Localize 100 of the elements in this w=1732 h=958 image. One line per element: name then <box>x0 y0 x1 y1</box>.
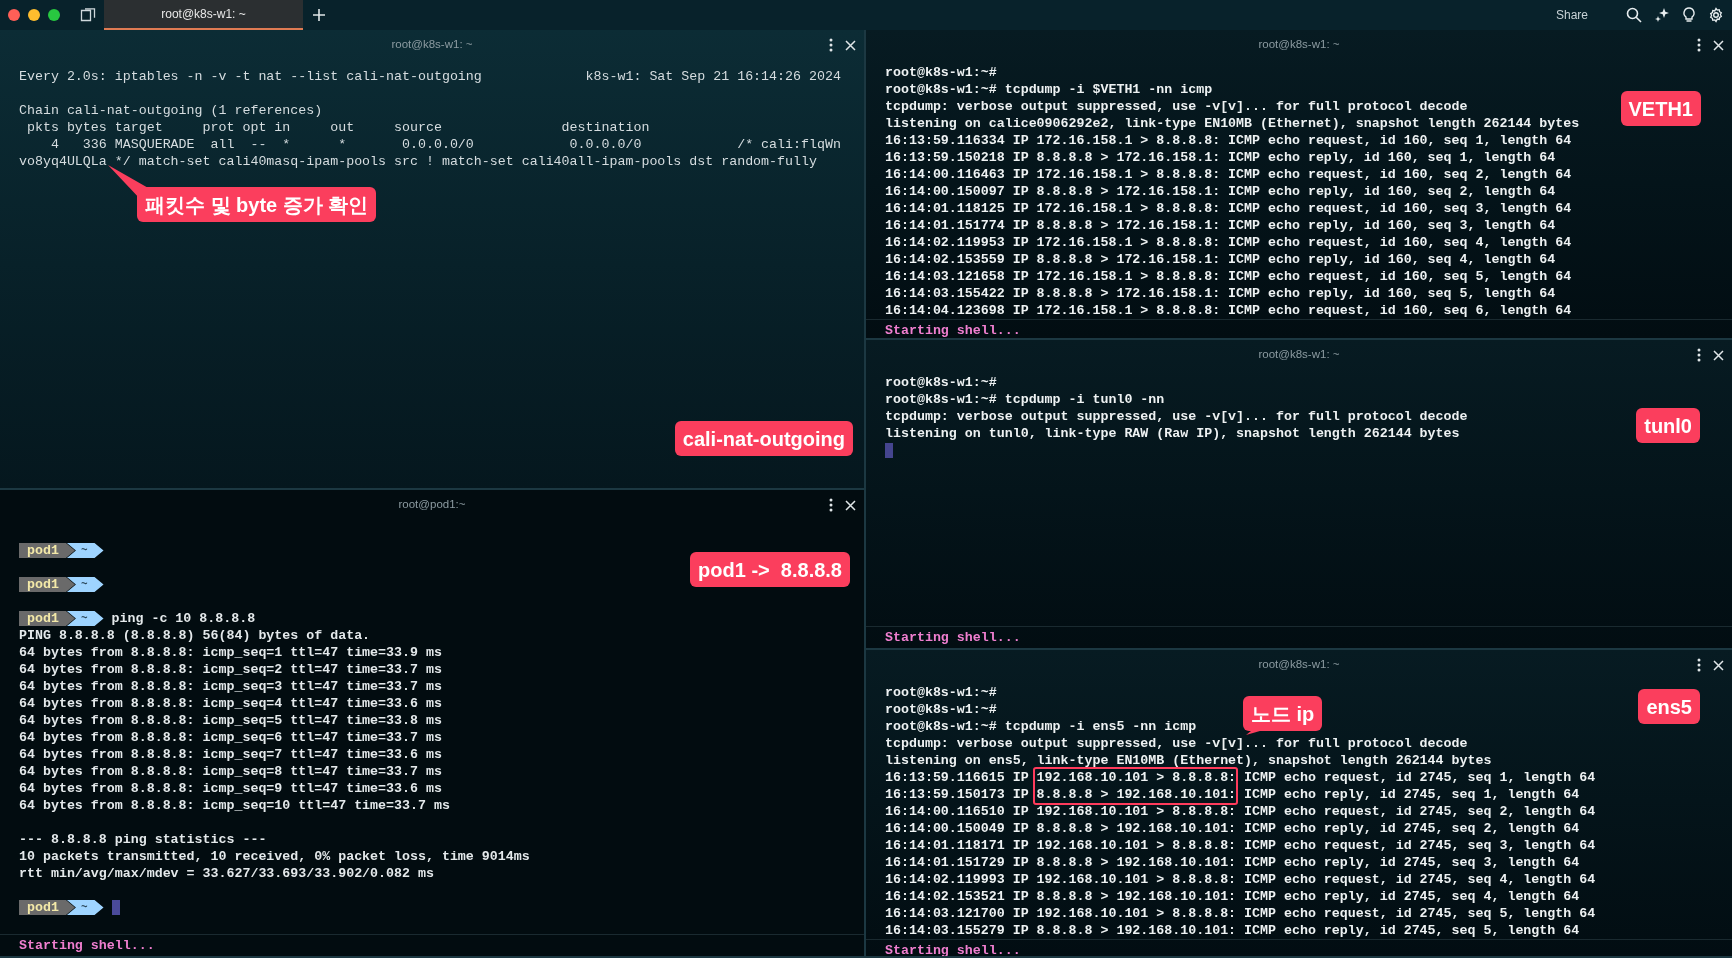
terminal-line: 16:14:03.121700 IP 192.168.10.101 > 8.8.8.8: ICMP echo request, id 2745, seq 5, length 64 <box>885 905 1596 922</box>
terminal-line: 64 bytes from 8.8.8.8: icmp_seq=7 ttl=47 time=33.6 ms <box>19 746 442 763</box>
terminal-line: listening on calice0906292e2, link-type EN10MB (Ethernet), snapshot length 262144 bytes <box>885 115 1580 132</box>
terminal-line: 64 bytes from 8.8.8.8: icmp_seq=4 ttl=47 time=33.6 ms <box>19 695 442 712</box>
terminal-line: 64 bytes from 8.8.8.8: icmp_seq=9 ttl=47 time=33.6 ms <box>19 780 442 797</box>
close-icon[interactable] <box>845 499 856 511</box>
sidebar-icon[interactable] <box>80 8 96 22</box>
plus-icon[interactable] <box>313 9 325 21</box>
pane-title: root@k8s-w1: ~ <box>1258 657 1340 673</box>
annotation-label: cali-nat-outgoing <box>674 421 853 456</box>
terminal-line: 10 packets transmitted, 10 received, 0% packet loss, time 9014ms <box>19 848 530 865</box>
terminal-line: Every 2.0s: iptables -n -v -t nat --list cali-nat-outgoing k8s-w1: Sat Sep 21 16:14:26 2024 <box>19 68 841 85</box>
pane-title: root@k8s-w1: ~ <box>1258 37 1340 53</box>
more-icon[interactable] <box>1697 348 1701 362</box>
zoom-button[interactable] <box>48 9 60 21</box>
terminal-line: 16:14:01.151729 IP 8.8.8.8 > 192.168.10.101: ICMP echo reply, id 2745, seq 3, length 64 <box>885 854 1580 871</box>
more-icon[interactable] <box>829 38 833 52</box>
terminal-line: 64 bytes from 8.8.8.8: icmp_seq=5 ttl=47 time=33.8 ms <box>19 712 442 729</box>
terminal-line: root@k8s-w1:~# tcpdump -i ens5 -nn icmp <box>885 718 1197 735</box>
terminal-line: root@k8s-w1:~# tcpdump -i $VETH1 -nn icmp <box>885 81 1213 98</box>
terminal-line: root@k8s-w1:~# <box>885 684 997 701</box>
pane-title: root@k8s-w1: ~ <box>391 37 473 53</box>
terminal-line: 64 bytes from 8.8.8.8: icmp_seq=2 ttl=47 time=33.7 ms <box>19 661 442 678</box>
close-button[interactable] <box>8 9 20 21</box>
terminal-line: listening on ens5, link-type EN10MB (Ethernet), snapshot length 262144 bytes <box>885 752 1492 769</box>
terminal-line: 16:14:00.116463 IP 172.16.158.1 > 8.8.8.8: ICMP echo request, id 160, seq 2, length 64 <box>885 166 1572 183</box>
terminal-line: 16:14:02.153559 IP 8.8.8.8 > 172.16.158.1: ICMP echo reply, id 160, seq 4, length 64 <box>885 251 1556 268</box>
terminal-line: tcpdump: verbose output suppressed, use -v[v]... for full protocol decode <box>885 98 1468 115</box>
terminal-line: 16:14:01.151774 IP 8.8.8.8 > 172.16.158.1: ICMP echo reply, id 160, seq 3, length 64 <box>885 217 1556 234</box>
status-text: Starting shell... <box>885 941 1021 956</box>
terminal-line: 64 bytes from 8.8.8.8: icmp_seq=10 ttl=47 time=33.7 ms <box>19 797 450 814</box>
annotation-label: tunl0 <box>1636 408 1700 443</box>
prompt-directory: ~ <box>66 577 104 592</box>
terminal-line: PING 8.8.8.8 (8.8.8.8) 56(84) bytes of data. <box>19 627 371 644</box>
annotation-label: VETH1 <box>1620 91 1701 126</box>
terminal-line: 16:14:03.155279 IP 8.8.8.8 > 192.168.10.101: ICMP echo reply, id 2745, seq 5, length 64 <box>885 922 1580 939</box>
terminal-line: 16:14:01.118171 IP 192.168.10.101 > 8.8.8.8: ICMP echo request, id 2745, seq 3, length 64 <box>885 837 1596 854</box>
terminal-line: 16:14:03.121658 IP 172.16.158.1 > 8.8.8.8: ICMP echo request, id 160, seq 5, length 64 <box>885 268 1572 285</box>
status-text: Starting shell... <box>885 321 1021 338</box>
terminal-line: Chain cali-nat-outgoing (1 references) <box>19 102 323 119</box>
terminal-line: --- 8.8.8.8 ping statistics --- <box>19 831 267 848</box>
terminal-line: 16:14:02.153521 IP 8.8.8.8 > 192.168.10.101: ICMP echo reply, id 2745, seq 4, length 64 <box>885 888 1580 905</box>
terminal-line: root@k8s-w1:~# <box>885 701 997 718</box>
terminal-line: tcpdump: verbose output suppressed, use -v[v]... for full protocol decode <box>885 408 1468 425</box>
close-icon[interactable] <box>1713 349 1724 361</box>
terminal-line: 64 bytes from 8.8.8.8: icmp_seq=6 ttl=47 time=33.7 ms <box>19 729 442 746</box>
command-text: ping -c 10 8.8.8.8 <box>111 610 256 627</box>
terminal-line: 16:14:02.119993 IP 192.168.10.101 > 8.8.8.8: ICMP echo request, id 2745, seq 4, length 64 <box>885 871 1596 888</box>
share-button[interactable]: Share <box>1555 6 1588 24</box>
close-icon[interactable] <box>845 39 856 51</box>
terminal-line: pkts bytes target prot opt in out source destination <box>25 119 650 136</box>
minimize-button[interactable] <box>28 9 40 21</box>
terminal-line: rtt min/avg/max/mdev = 33.627/33.693/33.902/0.082 ms <box>19 865 434 882</box>
prompt-directory: ~ <box>66 611 104 626</box>
annotation-label: pod1 -> 8.8.8.8 <box>690 552 850 587</box>
terminal-line: root@k8s-w1:~# tcpdump -i tunl0 -nn <box>885 391 1165 408</box>
terminal-line: 16:13:59.116615 IP 192.168.10.101 > 8.8.8.8: ICMP echo request, id 2745, seq 1, length 64 <box>885 769 1596 786</box>
more-icon[interactable] <box>829 498 833 512</box>
terminal-line: vo8yq4ULQLa */ match-set cali40masq-ipam-pools src ! match-set cali40all-ipam-pools dst random-fully <box>19 153 817 170</box>
prompt-host: pod1 <box>19 543 75 558</box>
prompt-host: pod1 <box>19 577 75 592</box>
tab[interactable]: root@k8s-w1: ~ <box>104 0 303 30</box>
terminal-line: 16:14:00.150049 IP 8.8.8.8 > 192.168.10.101: ICMP echo reply, id 2745, seq 2, length 64 <box>885 820 1580 837</box>
lightbulb-icon[interactable] <box>1682 7 1696 23</box>
terminal-line: 4 336 MASQUERADE all -- * * 0.0.0.0/0 0.0.0.0/0 /* cali:flqWn <box>49 136 841 153</box>
text-cursor <box>885 443 893 458</box>
settings-icon[interactable] <box>1708 7 1724 23</box>
terminal-line: 64 bytes from 8.8.8.8: icmp_seq=1 ttl=47 time=33.9 ms <box>19 644 442 661</box>
prompt-directory: ~ <box>66 543 104 558</box>
annotation-label: ens5 <box>1638 689 1700 724</box>
terminal-line: tcpdump: verbose output suppressed, use -v[v]... for full protocol decode <box>885 735 1468 752</box>
close-icon[interactable] <box>1713 659 1724 671</box>
annotation-label: 노드 ip <box>1243 696 1323 731</box>
prompt-host: pod1 <box>19 611 75 626</box>
status-text: Starting shell... <box>885 628 1021 647</box>
terminal-line: 16:13:59.150173 IP 8.8.8.8 > 192.168.10.101: ICMP echo reply, id 2745, seq 1, length 64 <box>885 786 1580 803</box>
terminal-line: root@k8s-w1:~# <box>885 374 997 391</box>
terminal-line: 16:14:03.155422 IP 8.8.8.8 > 172.16.158.1: ICMP echo reply, id 160, seq 5, length 64 <box>885 285 1556 302</box>
more-icon[interactable] <box>1697 38 1701 52</box>
terminal-line: 16:13:59.150218 IP 8.8.8.8 > 172.16.158.1: ICMP echo reply, id 160, seq 1, length 64 <box>885 149 1556 166</box>
terminal-line: listening on tunl0, link-type RAW (Raw IP), snapshot length 262144 bytes <box>885 425 1460 442</box>
terminal-line: 64 bytes from 8.8.8.8: icmp_seq=3 ttl=47 time=33.7 ms <box>19 678 442 695</box>
pane-title: root@pod1:~ <box>398 497 466 513</box>
annotation-label: 패킷수 및 byte 증가 확인 <box>137 187 377 222</box>
pane-title: root@k8s-w1: ~ <box>1258 347 1340 363</box>
terminal-line: 64 bytes from 8.8.8.8: icmp_seq=8 ttl=47 time=33.7 ms <box>19 763 442 780</box>
terminal-line: 16:14:01.118125 IP 172.16.158.1 > 8.8.8.8: ICMP echo request, id 160, seq 3, length 64 <box>885 200 1572 217</box>
terminal-line: root@k8s-w1:~# <box>885 64 997 81</box>
prompt-host: pod1 <box>19 900 75 915</box>
terminal-line: 16:14:00.150097 IP 8.8.8.8 > 172.16.158.1: ICMP echo reply, id 160, seq 2, length 64 <box>885 183 1556 200</box>
prompt-directory: ~ <box>66 900 104 915</box>
terminal-line: 16:14:00.116510 IP 192.168.10.101 > 8.8.8.8: ICMP echo request, id 2745, seq 2, length 64 <box>885 803 1596 820</box>
more-icon[interactable] <box>1697 658 1701 672</box>
search-icon[interactable] <box>1626 7 1642 23</box>
status-text: Starting shell... <box>19 936 155 955</box>
terminal-line: 16:14:04.123698 IP 172.16.158.1 > 8.8.8.8: ICMP echo request, id 160, seq 6, length 64 <box>885 302 1572 319</box>
terminal-line: 16:13:59.116334 IP 172.16.158.1 > 8.8.8.8: ICMP echo request, id 160, seq 1, length 64 <box>885 132 1572 149</box>
close-icon[interactable] <box>1713 39 1724 51</box>
sparkle-icon[interactable] <box>1654 7 1670 23</box>
terminal-line: 16:14:02.119953 IP 172.16.158.1 > 8.8.8.8: ICMP echo request, id 160, seq 4, length 64 <box>885 234 1572 251</box>
